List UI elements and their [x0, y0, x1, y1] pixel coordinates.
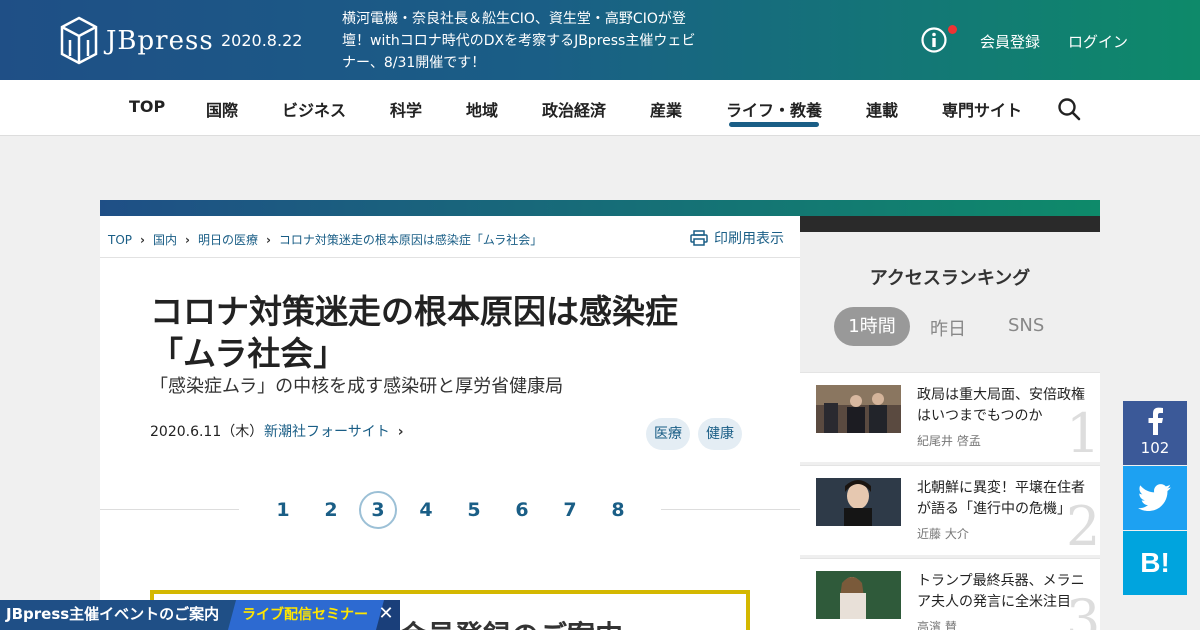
ranking-number: 3 [1066, 588, 1101, 630]
logo-cube-icon [60, 16, 98, 65]
breadcrumb-separator-icon: › [140, 233, 145, 247]
article-title: コロナ対策迷走の根本原因は感染症「ムラ社会」 [150, 292, 678, 373]
tab-1hour[interactable]: 1時間 [834, 307, 910, 346]
pagination-line [661, 509, 800, 510]
jbpress-logo[interactable]: JBpress [60, 16, 214, 66]
info-icon[interactable] [921, 27, 947, 53]
headline-link[interactable]: 横河電機・奈良社長＆舩生CIO、資生堂・高野CIOが登壇！withコロナ時代のD… [342, 8, 702, 74]
page-link-1[interactable]: 1 [268, 499, 298, 521]
ranking-item-title: 政局は重大局面、安倍政権はいつまでもつのか [917, 387, 1085, 424]
page-link-5[interactable]: 5 [459, 499, 489, 521]
page-link-7[interactable]: 7 [555, 499, 585, 521]
event-banner-label: JBpress主催イベントのご案内 [0, 600, 240, 630]
page-link-6[interactable]: 6 [507, 499, 537, 521]
nav-item-business[interactable]: ビジネス [282, 97, 346, 121]
hatena-bookmark-button[interactable]: B! [1123, 531, 1187, 595]
nav-item-science[interactable]: 科学 [390, 97, 422, 121]
printer-icon [690, 230, 708, 246]
ranking-item[interactable]: 北朝鮮に異変！平壌在住者が語る「進行中の危機」 近藤 大介 2 [800, 465, 1100, 555]
divider [100, 257, 800, 258]
author-name: 新潮社フォーサイト [264, 424, 390, 440]
breadcrumb-item[interactable]: TOP [108, 233, 132, 247]
logo-text: JBpress [106, 26, 214, 56]
article-date: 2020.6.11（木） [150, 424, 264, 440]
article-subtitle: 「感染症ムラ」の中核を成す感染研と厚労省健康局 [150, 376, 564, 397]
ranking-item[interactable]: 政局は重大局面、安倍政権はいつまでもつのか 紀尾井 啓孟 1 [800, 372, 1100, 462]
breadcrumb-separator-icon: › [184, 233, 190, 247]
page-link-2[interactable]: 2 [316, 499, 346, 521]
breadcrumb-item[interactable]: 明日の医療 [198, 233, 258, 247]
sidebar-top-bar [800, 216, 1100, 232]
nav-item-top[interactable]: TOP [129, 97, 165, 116]
ranking-item[interactable]: トランプ最終兵器、メラニア夫人の発言に全米注目 高濱 賛 3 [800, 558, 1100, 630]
nav-item-politics-economy[interactable]: 政治経済 [542, 97, 606, 121]
print-label: 印刷用表示 [714, 231, 784, 247]
page-link-8[interactable]: 8 [603, 499, 633, 521]
ranking-item-author: 紀尾井 啓孟 [917, 434, 981, 448]
login-link[interactable]: ログイン [1068, 31, 1128, 52]
notification-dot [948, 25, 957, 34]
pagination-line [100, 509, 239, 510]
nav-item-industry[interactable]: 産業 [650, 97, 682, 121]
nav-item-special-sites[interactable]: 専門サイト [942, 97, 1022, 121]
nav-item-series[interactable]: 連載 [866, 97, 898, 121]
article-author-link[interactable]: 新潮社フォーサイト › [264, 421, 404, 441]
page-link-4[interactable]: 4 [411, 499, 441, 521]
ranking-title: アクセスランキング [869, 268, 1031, 289]
top-bar: JBpress 2020.8.22 横河電機・奈良社長＆舩生CIO、資生堂・高野… [0, 0, 1200, 80]
twitter-icon [1137, 484, 1172, 512]
breadcrumb: TOP › 国内 › 明日の医療 › コロナ対策迷走の根本原因は感染症「ムラ社会」 [108, 231, 542, 248]
ranking-item-title: トランプ最終兵器、メラニア夫人の発言に全米注目 [917, 573, 1085, 610]
facebook-share-count: 102 [1140, 439, 1170, 457]
ranking-thumbnail [816, 571, 901, 619]
tab-yesterday[interactable]: 昨日 [930, 315, 966, 341]
breadcrumb-item[interactable]: コロナ対策迷走の根本原因は感染症「ムラ社会」 [279, 233, 542, 247]
live-seminar-text: ライブ配信セミナー [242, 607, 368, 623]
content-top-bar [100, 200, 1100, 216]
twitter-share-button[interactable] [1123, 466, 1187, 530]
search-icon[interactable] [1057, 97, 1081, 121]
close-icon[interactable]: ✕ [376, 603, 396, 625]
current-date: 2020.8.22 [221, 31, 303, 50]
register-link[interactable]: 会員登録 [980, 31, 1040, 52]
nav-active-indicator [729, 122, 819, 127]
print-button[interactable]: 印刷用表示 [690, 228, 784, 248]
breadcrumb-separator-icon: › [265, 233, 271, 247]
ranking-item-author: 高濱 賛 [917, 620, 957, 630]
facebook-icon [1148, 407, 1163, 435]
tab-sns[interactable]: SNS [1008, 315, 1044, 336]
ranking-item-author: 近藤 大介 [917, 527, 969, 541]
ranking-number: 1 [1066, 402, 1101, 465]
main-nav: TOP 国際 ビジネス 科学 地域 政治経済 産業 ライフ・教養 連載 専門サイ… [0, 80, 1200, 136]
chevron-right-icon: › [397, 424, 404, 440]
ranking-number: 2 [1066, 495, 1101, 558]
ranking-thumbnail [816, 385, 901, 433]
nav-item-region[interactable]: 地域 [466, 97, 498, 121]
nav-item-international[interactable]: 国際 [206, 97, 238, 121]
facebook-share-button[interactable]: 102 [1123, 401, 1187, 465]
event-banner[interactable]: JBpress主催イベントのご案内 ライブ配信セミナー ✕ [0, 600, 400, 630]
nav-item-life-culture[interactable]: ライフ・教養 [726, 97, 822, 121]
hatena-icon: B! [1140, 547, 1170, 578]
ranking-sidebar: アクセスランキング 1時間 昨日 SNS 政局は重大局面、安倍政権はいつまでもつ… [800, 216, 1100, 630]
breadcrumb-item[interactable]: 国内 [153, 233, 177, 247]
tag-health[interactable]: 健康 [698, 418, 742, 450]
ranking-item-title: 北朝鮮に異変！平壌在住者が語る「進行中の危機」 [917, 480, 1085, 517]
page-link-3[interactable]: 3 [363, 499, 393, 521]
article-main: TOP › 国内 › 明日の医療 › コロナ対策迷走の根本原因は感染症「ムラ社会」 印刷用表… [100, 216, 800, 630]
tag-medical[interactable]: 医療 [646, 418, 690, 450]
ranking-thumbnail [816, 478, 901, 526]
promo-title: 会員登録のご案内 [399, 614, 623, 630]
live-seminar-label: ライブ配信セミナー [227, 600, 385, 630]
